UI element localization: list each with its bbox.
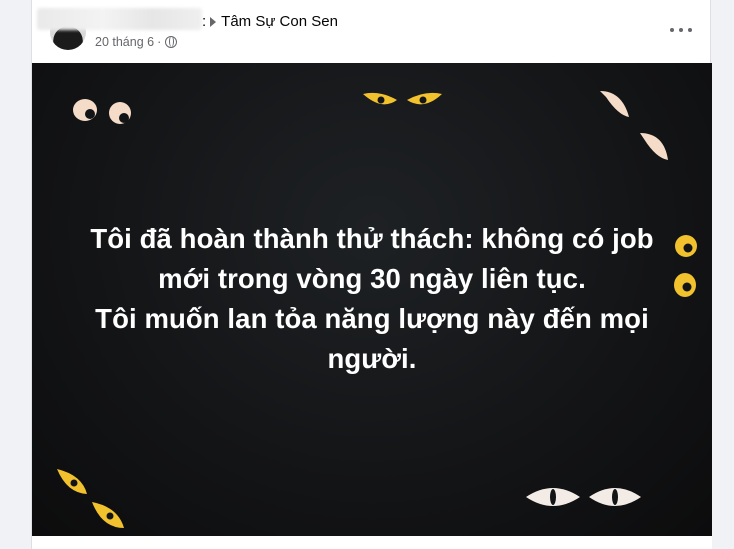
more-options-button[interactable] (670, 20, 692, 40)
more-dot-icon (688, 28, 692, 32)
post-footer (32, 536, 712, 549)
eye-icon (109, 102, 131, 124)
post-header: : Tâm Sự Con Sen 20 tháng 6 · (32, 0, 712, 63)
post-card: : Tâm Sự Con Sen 20 tháng 6 · Tôi đã hoà… (31, 0, 712, 549)
eye-icon (73, 99, 97, 121)
post-date[interactable]: 20 tháng 6 (95, 35, 154, 49)
blurred-username (37, 8, 202, 30)
eye-icon (363, 92, 397, 105)
post-text-line: người. (327, 343, 417, 374)
eye-icon (526, 488, 580, 506)
post-text-line: mới trong vòng 30 ngày liên tục. (158, 263, 586, 294)
author-prefix: : (202, 13, 207, 30)
post-image[interactable]: Tôi đã hoàn thành thử thách: không có jo… (32, 63, 712, 536)
eye-icon (589, 488, 641, 506)
group-name-link[interactable]: Tâm Sự Con Sen (221, 13, 338, 30)
eye-icon (57, 469, 87, 494)
eye-icon (600, 91, 629, 117)
post-text-line: Tôi đã hoàn thành thử thách: không có jo… (90, 223, 654, 254)
eye-icon (407, 92, 442, 105)
author-line: : Tâm Sự Con Sen (202, 13, 338, 30)
post-image-text: Tôi đã hoàn thành thử thách: không có jo… (62, 219, 682, 379)
eye-icon (640, 133, 668, 160)
more-dot-icon (679, 28, 683, 32)
globe-icon[interactable] (165, 36, 178, 48)
more-dot-icon (670, 28, 674, 32)
caret-right-icon (210, 16, 217, 27)
post-meta: 20 tháng 6 · (95, 35, 178, 49)
meta-separator: · (157, 35, 162, 49)
post-text-line: Tôi muốn lan tỏa năng lượng này đến mọi (95, 303, 649, 334)
eye-icon (92, 502, 124, 528)
